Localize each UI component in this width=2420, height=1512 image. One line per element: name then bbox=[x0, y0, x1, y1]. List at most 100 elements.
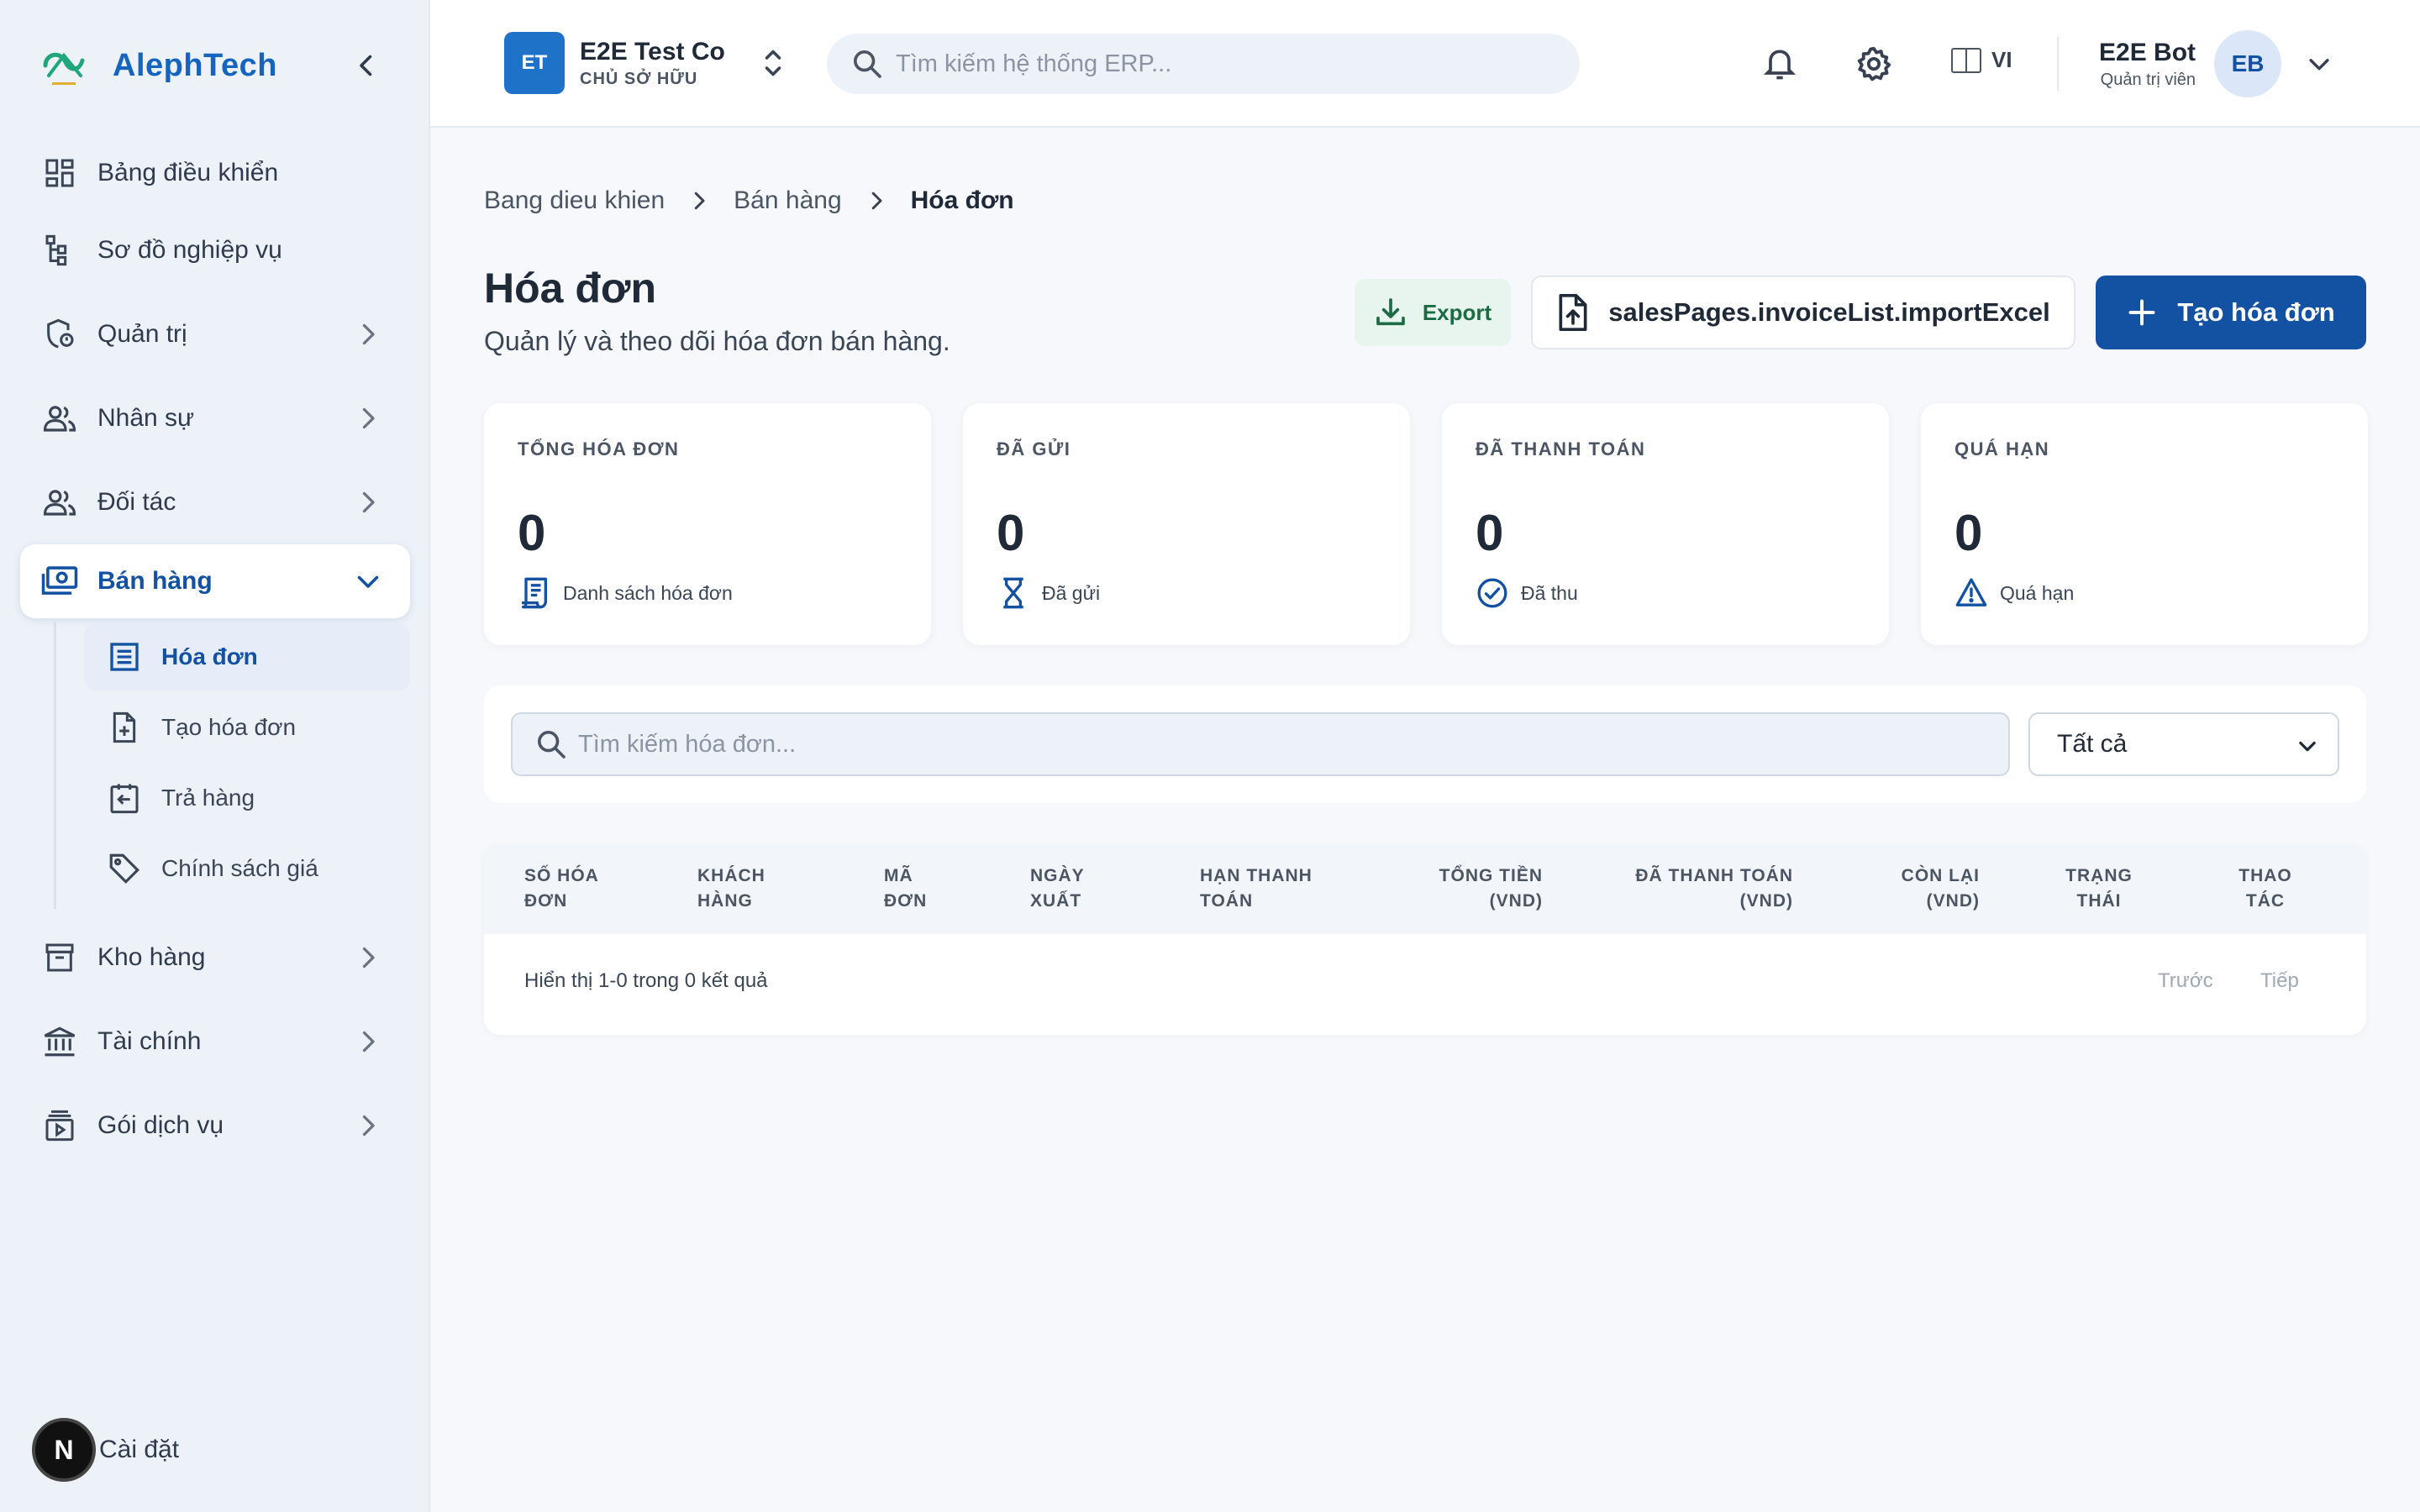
admin-shield-icon bbox=[40, 315, 79, 354]
receipt-icon bbox=[522, 577, 547, 609]
sidebar-item-dashboard[interactable]: Bảng điều khiển bbox=[20, 136, 410, 210]
column-header-customer[interactable]: Khách hàng bbox=[697, 864, 798, 914]
chevron-down-icon bbox=[2299, 741, 2316, 752]
column-header-remaining[interactable]: Còn lại (VND) bbox=[1845, 864, 1980, 914]
invoice-search[interactable] bbox=[511, 712, 2010, 776]
collapse-sidebar-icon[interactable] bbox=[351, 50, 381, 81]
chevron-down-icon[interactable] bbox=[2305, 50, 2333, 78]
sidebar-settings[interactable]: N Cài đặt bbox=[32, 1418, 179, 1482]
avatar[interactable]: EB bbox=[2214, 30, 2282, 97]
return-icon bbox=[106, 780, 143, 816]
create-invoice-label: Tạo hóa đơn bbox=[2177, 297, 2335, 327]
sidebar-subitem-invoices[interactable]: Hóa đơn bbox=[84, 623, 410, 690]
column-header-total[interactable]: Tổng tiền (VND) bbox=[1425, 864, 1543, 914]
stat-card-total: TỔNG HÓA ĐƠN 0 Danh sách hóa đơn bbox=[484, 403, 931, 645]
status-filter-select[interactable]: Tất cả bbox=[2028, 712, 2339, 776]
breadcrumb-item-dashboard[interactable]: Bang dieu khien bbox=[484, 186, 665, 215]
people-icon bbox=[40, 399, 79, 438]
column-header-paid[interactable]: Đã thanh toán (VND) bbox=[1618, 864, 1793, 914]
breadcrumb: Bang dieu khien Bán hàng Hóa đơn bbox=[484, 186, 1014, 215]
column-header-issue-date[interactable]: Ngày xuất bbox=[1030, 864, 1106, 914]
column-header-due-date[interactable]: Hạn thanh toán bbox=[1200, 864, 1326, 914]
sidebar-subitem-create-invoice[interactable]: Tạo hóa đơn bbox=[84, 694, 410, 761]
alephtech-logo-icon bbox=[43, 52, 85, 85]
topbar: ET E2E Test Co CHỦ SỞ HỮU VI E2E Bot Quả… bbox=[430, 0, 2420, 128]
export-label: Export bbox=[1422, 299, 1492, 325]
stat-value: 0 bbox=[518, 505, 546, 561]
stat-value: 0 bbox=[1476, 505, 1504, 561]
column-header-invoice-number[interactable]: Số hóa đơn bbox=[524, 864, 634, 914]
pagination-prev-button[interactable]: Trước bbox=[2158, 969, 2213, 993]
stat-hint: Quá hạn bbox=[2000, 581, 2075, 604]
warning-icon bbox=[1955, 578, 1987, 606]
global-search[interactable] bbox=[827, 34, 1580, 94]
sidebar-item-warehouse[interactable]: Kho hàng bbox=[20, 921, 410, 995]
bell-icon bbox=[1763, 50, 1797, 80]
gear-icon bbox=[1857, 46, 1891, 81]
status-filter-value: Tất cả bbox=[2057, 730, 2128, 758]
sidebar-item-sales[interactable]: Bán hàng bbox=[20, 544, 410, 618]
stat-label: QUÁ HẠN bbox=[1954, 438, 2050, 459]
stat-card-overdue: QUÁ HẠN 0 Quá hạn bbox=[1921, 403, 2368, 645]
check-circle-icon bbox=[1477, 578, 1507, 608]
column-header-order-code[interactable]: Mã đơn bbox=[884, 864, 951, 914]
column-header-status[interactable]: Trạng thái bbox=[2059, 864, 2139, 914]
user-menu[interactable]: E2E Bot Quản trị viên EB bbox=[2099, 30, 2333, 97]
settings-button[interactable] bbox=[1854, 44, 1894, 84]
page-subtitle: Quản lý và theo dõi hóa đơn bán hàng. bbox=[484, 326, 950, 356]
plus-icon bbox=[2128, 299, 2155, 326]
sidebar-item-label: Kho hàng bbox=[97, 943, 206, 971]
file-upload-icon bbox=[1559, 294, 1587, 331]
breadcrumb-item-sales[interactable]: Bán hàng bbox=[734, 186, 841, 215]
sidebar-item-admin[interactable]: Quản trị bbox=[20, 297, 410, 371]
chevron-down-icon bbox=[357, 575, 379, 588]
settings-avatar[interactable]: N bbox=[32, 1418, 96, 1482]
chevron-right-icon bbox=[362, 1031, 375, 1053]
sidebar-item-hr[interactable]: Nhân sự bbox=[20, 381, 410, 455]
brand[interactable]: AlephTech bbox=[42, 40, 277, 91]
download-icon bbox=[1376, 298, 1405, 326]
page-title: Hóa đơn bbox=[484, 265, 656, 312]
subnav-guide-line bbox=[54, 622, 56, 909]
chevron-right-icon bbox=[694, 192, 705, 210]
topbar-divider bbox=[2057, 37, 2059, 91]
sidebar-item-label: Đối tác bbox=[97, 488, 176, 516]
user-role: Quản trị viên bbox=[2100, 70, 2196, 89]
create-invoice-button[interactable]: Tạo hóa đơn bbox=[2096, 276, 2366, 349]
chevron-right-icon bbox=[362, 1115, 375, 1137]
global-search-input[interactable] bbox=[896, 50, 1551, 78]
stat-hint: Đã gửi bbox=[1042, 581, 1101, 604]
search-icon bbox=[854, 50, 881, 78]
language-code: VI bbox=[1991, 47, 2012, 72]
sidebar-item-label: Bảng điều khiển bbox=[97, 159, 279, 186]
sidebar-item-label: Gói dịch vụ bbox=[97, 1111, 224, 1139]
company-switcher[interactable]: ET E2E Test Co CHỦ SỞ HỮU bbox=[504, 32, 786, 94]
workflow-icon bbox=[40, 231, 79, 270]
stat-hint: Danh sách hóa đơn bbox=[563, 581, 733, 604]
pagination-next-button[interactable]: Tiếp bbox=[2260, 969, 2299, 993]
export-button[interactable]: Export bbox=[1355, 279, 1511, 346]
sidebar-item-service-package[interactable]: Gói dịch vụ bbox=[20, 1089, 410, 1163]
service-package-icon bbox=[40, 1106, 79, 1145]
chevron-right-icon bbox=[362, 323, 375, 345]
partners-icon bbox=[40, 483, 79, 522]
chevron-up-down-icon[interactable] bbox=[760, 44, 786, 82]
sidebar-item-label: Nhân sự bbox=[97, 404, 195, 432]
chevron-right-icon bbox=[362, 947, 375, 969]
invoice-table: Số hóa đơn Khách hàng Mã đơn Ngày xuất H… bbox=[484, 843, 2366, 1035]
notifications-button[interactable] bbox=[1760, 44, 1800, 84]
sidebar-subitem-price-policy[interactable]: Chính sách giá bbox=[84, 835, 410, 902]
import-excel-button[interactable]: salesPages.invoiceList.importExcel bbox=[1531, 276, 2075, 349]
sidebar-item-workflow[interactable]: Sơ đồ nghiệp vụ bbox=[20, 213, 410, 287]
sidebar-item-finance[interactable]: Tài chính bbox=[20, 1005, 410, 1079]
sidebar-item-partners[interactable]: Đối tác bbox=[20, 465, 410, 539]
invoice-search-input[interactable] bbox=[578, 730, 1990, 759]
filter-bar: Tất cả bbox=[484, 685, 2366, 803]
search-icon bbox=[538, 731, 566, 759]
stat-label: ĐÃ GỬI bbox=[997, 438, 1071, 459]
breadcrumb-item-current: Hóa đơn bbox=[910, 186, 1014, 214]
language-switcher[interactable]: VI bbox=[1951, 47, 2012, 73]
sidebar-item-label: Sơ đồ nghiệp vụ bbox=[97, 236, 282, 264]
sidebar-subitem-returns[interactable]: Trả hàng bbox=[84, 764, 410, 832]
chevron-right-icon bbox=[362, 407, 375, 429]
